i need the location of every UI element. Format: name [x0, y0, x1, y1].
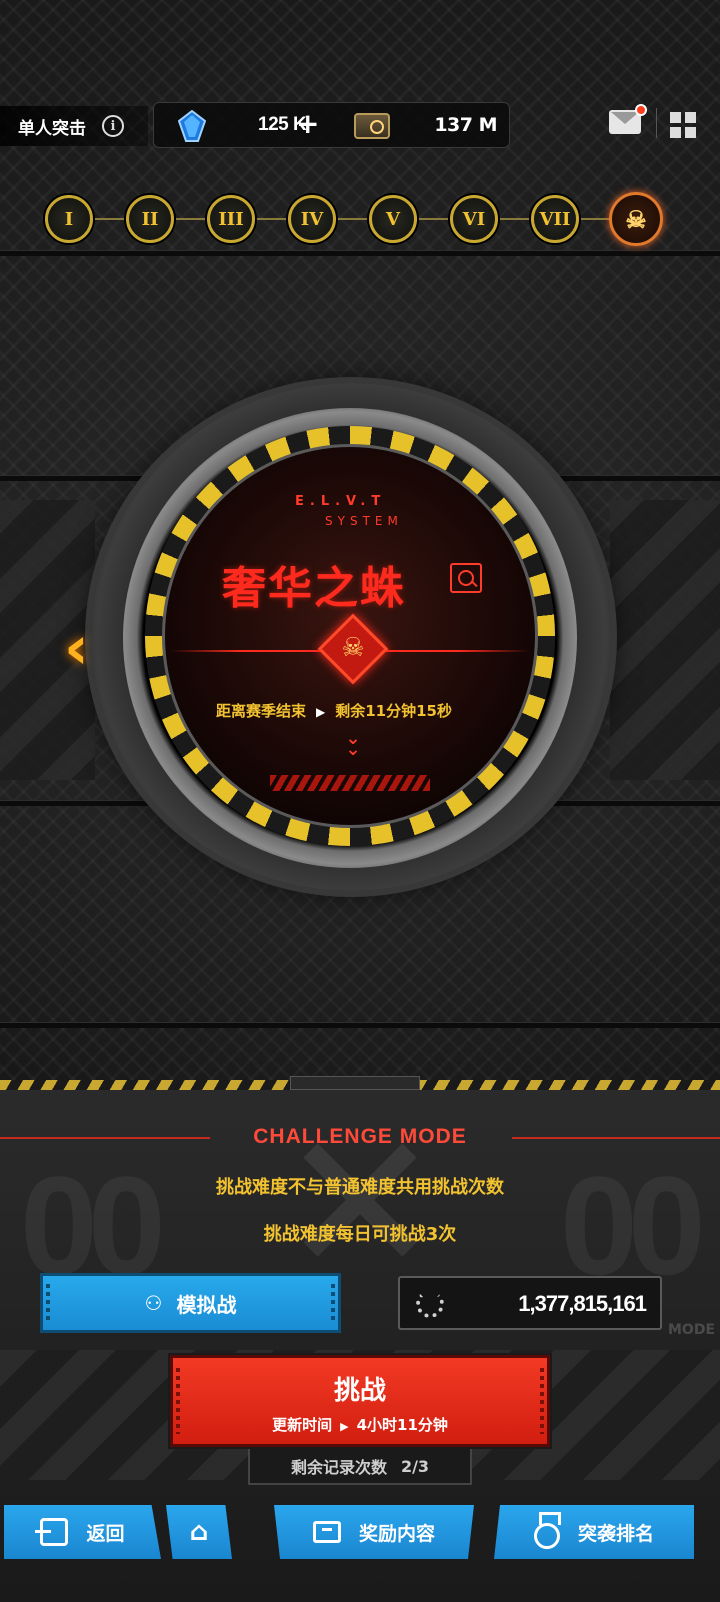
- play-arrow-icon: ▶: [340, 1420, 349, 1433]
- background-hazard-right: [610, 500, 720, 780]
- home-icon: ⌂: [189, 1517, 209, 1547]
- boss-name: 奢华之蛛: [222, 563, 406, 614]
- previous-boss-arrow-icon[interactable]: ‹: [64, 618, 92, 682]
- stage-button-5[interactable]: V: [369, 195, 417, 243]
- challenge-button[interactable]: 挑战 更新时间 ▶ 4小时11分钟: [170, 1355, 550, 1447]
- stage-button-1[interactable]: I: [45, 195, 93, 243]
- double-chevron-down-icon: ⌄ ⌄: [345, 728, 361, 760]
- home-button[interactable]: ⌂: [166, 1505, 232, 1559]
- best-score-value: 1,377,815,161: [518, 1291, 647, 1316]
- info-icon[interactable]: i: [102, 115, 124, 137]
- refresh-timer: 更新时间 ▶ 4小时11分钟: [173, 1414, 547, 1435]
- rewards-label: 奖励内容: [358, 1522, 435, 1545]
- back-icon: [35, 1518, 69, 1546]
- mail-notification-badge: [635, 104, 647, 116]
- top-bar: 单人突击 i 125 K + 137 M: [0, 100, 720, 152]
- season-label: 距离赛季结束: [216, 702, 307, 720]
- mode-title: 单人突击: [18, 118, 86, 139]
- card-amount: 137 M: [434, 114, 497, 136]
- background-band: [0, 1022, 720, 1028]
- deco-mode-label: MODE: [668, 1322, 716, 1338]
- stage-button-2[interactable]: II: [126, 195, 174, 243]
- challenge-label: 挑战: [333, 1376, 386, 1406]
- add-crystal-button[interactable]: +: [296, 109, 319, 139]
- divider: [656, 108, 657, 138]
- skull-icon: ☠: [341, 633, 365, 663]
- play-arrow-icon: ▶: [316, 705, 326, 719]
- background-band: [0, 250, 720, 256]
- remaining-records-box: 剩余记录次数 2/3: [248, 1449, 472, 1485]
- stage-button-6[interactable]: VI: [450, 195, 498, 243]
- team-icon: ⚇: [144, 1291, 163, 1315]
- system-label: SYSTEM: [325, 514, 403, 528]
- back-label: 返回: [86, 1522, 125, 1545]
- remaining-records-value: 2/3: [400, 1456, 430, 1476]
- crystal-icon: [178, 110, 206, 142]
- menu-grid-icon[interactable]: [670, 112, 696, 138]
- laurel-icon: [416, 1290, 444, 1318]
- remaining-records-label: 剩余记录次数: [290, 1458, 387, 1477]
- currency-bar: 125 K + 137 M: [153, 102, 510, 148]
- panel-latch: [290, 1076, 420, 1090]
- raid-ranking-button[interactable]: 突袭排名: [494, 1505, 694, 1559]
- refresh-time: 4小时11分钟: [356, 1416, 448, 1434]
- medal-icon: [533, 1512, 561, 1549]
- reward-box-icon: [312, 1521, 341, 1543]
- stage-button-7[interactable]: VII: [531, 195, 579, 243]
- raid-ranking-label: 突袭排名: [577, 1522, 654, 1545]
- challenge-mode-title: CHALLENGE MODE: [253, 1125, 467, 1148]
- system-code: E.L.V.T: [295, 494, 387, 509]
- simulate-battle-label: 模拟战: [176, 1292, 237, 1317]
- rule-text-2: 挑战难度每日可挑战3次: [263, 1224, 457, 1245]
- rule-text-1: 挑战难度不与普通难度共用挑战次数: [216, 1177, 504, 1198]
- rewards-button[interactable]: 奖励内容: [274, 1505, 474, 1559]
- stage-button-3[interactable]: III: [207, 195, 255, 243]
- ticket-card-icon: [354, 113, 390, 139]
- mode-title-area: 单人突击 i: [0, 106, 148, 146]
- best-score-box: 1,377,815,161: [398, 1276, 662, 1330]
- simulate-battle-button[interactable]: ⚇ 模拟战: [40, 1273, 341, 1333]
- boss-info-search-icon[interactable]: [450, 563, 482, 593]
- back-button[interactable]: 返回: [4, 1505, 161, 1559]
- skull-icon: ☠: [625, 204, 647, 234]
- red-bars-decoration: [270, 775, 430, 791]
- season-timer: 距离赛季结束 ▶ 剩余11分钟15秒: [216, 700, 452, 721]
- stage-button-boss[interactable]: ☠: [609, 192, 663, 246]
- refresh-label: 更新时间: [272, 1416, 333, 1434]
- stage-button-4[interactable]: IV: [288, 195, 336, 243]
- season-remaining: 剩余11分钟15秒: [335, 702, 452, 720]
